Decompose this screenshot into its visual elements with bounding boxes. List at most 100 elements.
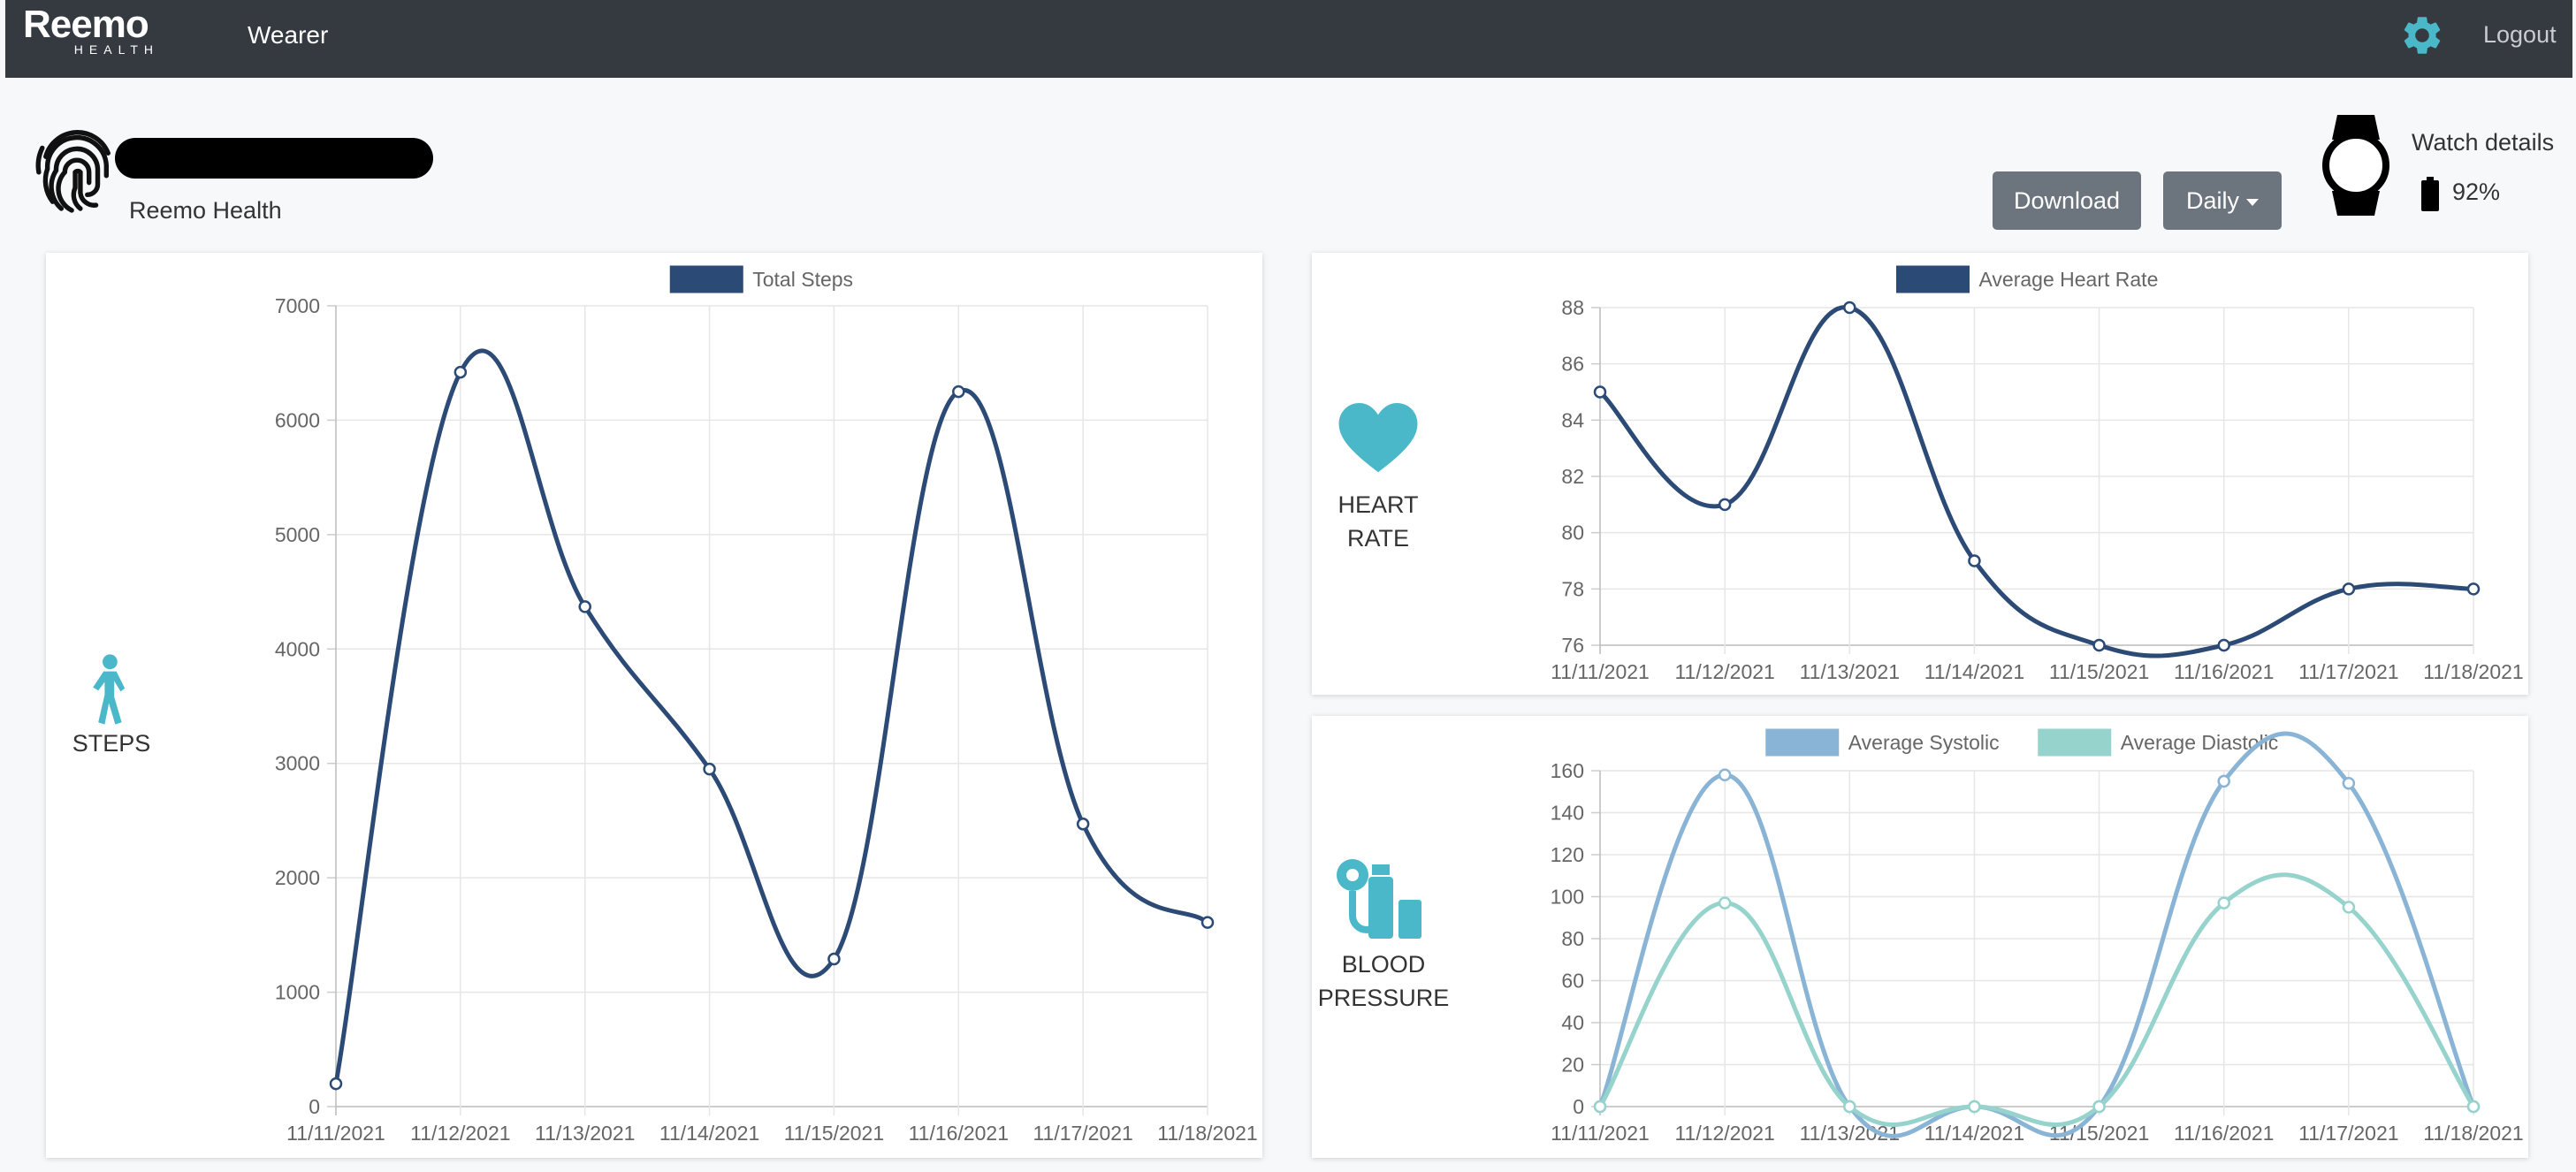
blood-pressure-card: BLOOD PRESSURE 0 20 40 60 80 100 120 140 160 11/1… [1312, 716, 2528, 1158]
steps-legend-swatch [669, 265, 743, 293]
heart-rate-series-line [1598, 305, 2474, 658]
steps-x-tick-label: 11/14/2021 [659, 1122, 759, 1145]
heart-rate-y-tick-label: 86 [1561, 353, 1584, 376]
download-label: Download [2013, 187, 2121, 214]
brand-name: Reemo [23, 3, 149, 46]
caret-down-icon [2246, 198, 2259, 206]
steps-x-tick-label: 11/18/2021 [1157, 1122, 1257, 1145]
bp-y-tick-label: 40 [1561, 1011, 1584, 1034]
steps-x-tick-label: 11/15/2021 [784, 1122, 884, 1145]
steps-y-tick-label: 4000 [275, 637, 320, 660]
bp-data-point [2466, 1100, 2481, 1114]
heart-rate-y-tick-label: 84 [1561, 408, 1584, 431]
bp-data-point [2217, 896, 2230, 909]
heart-rate-data-point [1968, 554, 1981, 567]
steps-data-point [329, 1077, 343, 1091]
wearer-name-redacted [115, 138, 433, 179]
bp-series-line [1597, 731, 2476, 1138]
bp-data-point [2092, 1100, 2106, 1114]
steps-data-point [578, 600, 591, 613]
bp-x-tick-label: 11/16/2021 [2174, 1122, 2274, 1145]
steps-legend-label: Total Steps [752, 268, 853, 291]
bp-y-tick-label: 160 [1551, 759, 1584, 782]
heart-rate-y-tick-label: 82 [1561, 465, 1584, 488]
battery-icon [2421, 177, 2439, 211]
steps-y-tick-label: 2000 [275, 866, 320, 889]
bp-data-point [1718, 896, 1732, 909]
heart-rate-x-tick-label: 11/15/2021 [2049, 660, 2149, 683]
bp-series-line [1597, 872, 2476, 1127]
bp-x-tick-label: 11/14/2021 [1924, 1122, 2024, 1145]
top-navbar: Reemo HEALTH Wearer Logout [5, 0, 2572, 78]
steps-data-point [453, 365, 468, 379]
bp-y-tick-label: 100 [1551, 886, 1584, 909]
bp-y-tick-label: 120 [1551, 843, 1584, 866]
steps-y-tick-label: 7000 [275, 294, 320, 317]
steps-data-point [703, 762, 716, 776]
heart-rate-x-tick-label: 11/16/2021 [2174, 660, 2274, 683]
steps-chart: 0 1000 2000 3000 4000 5000 6000 7000 11/11/2021 1… [275, 265, 1258, 1145]
period-label: Daily [2185, 187, 2239, 214]
battery-percentage: 92% [2452, 179, 2501, 205]
bp-data-point [2342, 901, 2356, 914]
nav-wearer-link[interactable]: Wearer [248, 21, 328, 49]
bp-legend-label: Average Diastolic [2121, 731, 2279, 754]
bp-y-tick-label: 80 [1561, 927, 1584, 950]
bp-data-point [2342, 777, 2356, 790]
heart-rate-y-tick-label: 78 [1561, 577, 1584, 600]
heart-rate-x-tick-label: 11/18/2021 [2423, 660, 2523, 683]
steps-x-tick-label: 11/16/2021 [909, 1122, 1009, 1145]
steps-y-tick-label: 3000 [275, 752, 320, 775]
heart-rate-data-point [1593, 385, 1607, 399]
steps-x-tick-label: 11/17/2021 [1033, 1122, 1132, 1145]
bp-y-tick-label: 20 [1561, 1054, 1584, 1077]
period-dropdown[interactable]: Daily [2163, 171, 2282, 230]
bp-data-point [1843, 1100, 1856, 1114]
logout-link[interactable]: Logout [2483, 21, 2557, 49]
heart-rate-data-point [2342, 582, 2356, 596]
heart-rate-data-point [2466, 582, 2481, 596]
heart-rate-y-tick-label: 80 [1561, 521, 1584, 544]
steps-data-point [827, 952, 841, 966]
steps-data-point [1076, 818, 1090, 831]
heart-rate-y-tick-label: 76 [1561, 634, 1584, 657]
steps-data-point [952, 384, 965, 399]
bp-data-point [1718, 768, 1732, 781]
bp-x-tick-label: 11/11/2021 [1551, 1122, 1650, 1145]
bp-y-tick-label: 0 [1573, 1095, 1584, 1118]
bp-legend-swatch [2038, 728, 2112, 757]
steps-x-tick-label: 11/13/2021 [535, 1122, 635, 1145]
heart-rate-chart: 76 78 80 82 84 86 88 11/11/2021 11/12/2021 11/13/… [1551, 265, 2524, 683]
bp-legend-label: Average Systolic [1848, 731, 2000, 754]
steps-x-tick-label: 11/12/2021 [410, 1122, 510, 1145]
bp-y-tick-label: 60 [1561, 970, 1584, 993]
bp-x-tick-label: 11/12/2021 [1674, 1122, 1774, 1145]
heart-rate-x-tick-label: 11/17/2021 [2298, 660, 2398, 683]
heart-rate-card: HEART RATE 76 78 80 82 84 86 88 11/11/2021 11/12… [1312, 253, 2528, 695]
bp-data-point [2217, 774, 2230, 788]
heart-rate-x-tick-label: 11/14/2021 [1924, 660, 2024, 683]
steps-x-tick-label: 11/11/2021 [286, 1122, 385, 1145]
bp-x-tick-label: 11/17/2021 [2298, 1122, 2398, 1145]
heart-rate-data-point [2217, 638, 2230, 652]
bp-legend-swatch [1765, 728, 1840, 757]
heart-rate-y-tick-label: 88 [1561, 296, 1584, 319]
gear-icon[interactable] [2399, 12, 2445, 58]
heart-rate-x-tick-label: 11/13/2021 [1800, 660, 1900, 683]
steps-series-line [333, 348, 1209, 1084]
watch-details-label: Watch details [2412, 129, 2555, 156]
bp-x-tick-label: 11/18/2021 [2423, 1122, 2523, 1145]
fingerprint-icon [35, 130, 111, 213]
heart-rate-data-point [1843, 301, 1856, 315]
heart-rate-x-tick-label: 11/11/2021 [1551, 660, 1650, 683]
steps-y-tick-label: 1000 [275, 981, 320, 1004]
bp-data-point [1593, 1100, 1607, 1114]
download-button[interactable]: Download [1993, 171, 2141, 230]
steps-y-tick-label: 0 [309, 1095, 320, 1118]
heart-rate-legend-swatch [1896, 265, 1970, 293]
steps-card: STEPS 0 1000 2000 3000 4000 5000 6000 7000 11/11… [46, 253, 1262, 1158]
steps-y-tick-label: 5000 [275, 523, 320, 546]
brand-logo[interactable]: Reemo HEALTH [23, 5, 182, 58]
smartwatch-icon[interactable] [2316, 108, 2396, 223]
steps-data-point [1200, 916, 1215, 929]
